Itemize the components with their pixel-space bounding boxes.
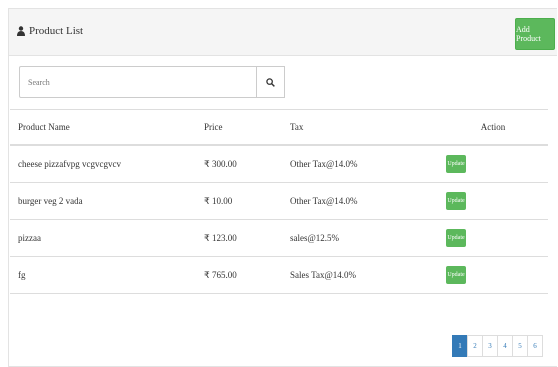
product-table: Product Name Price Tax Action cheese piz… (10, 109, 548, 294)
product-name-cell: fg (10, 256, 196, 294)
tax-cell: sales@12.5% (282, 219, 438, 257)
price-cell: ₹ 300.00 (196, 144, 282, 183)
action-cell: Update (438, 144, 548, 183)
table-header-row: Product Name Price Tax Action (10, 109, 548, 146)
update-button[interactable]: Update (446, 192, 466, 210)
table-row: cheese pizzafvpg vcgvcgvcv ₹ 300.00 Othe… (10, 144, 548, 183)
column-header-action: Action (438, 109, 548, 146)
column-header-price: Price (196, 109, 282, 146)
page-1-button[interactable]: 1 (452, 335, 468, 357)
action-cell: Update (438, 256, 548, 294)
pagination: 1 2 3 4 5 6 (452, 335, 543, 357)
panel-header: Product List Add Product (9, 9, 557, 56)
page-6-button[interactable]: 6 (527, 335, 543, 357)
price-cell: ₹ 10.00 (196, 182, 282, 220)
page-2-button[interactable]: 2 (467, 335, 483, 357)
update-button[interactable]: Update (446, 266, 466, 284)
add-product-button[interactable]: Add Product (515, 18, 555, 50)
page-3-button[interactable]: 3 (482, 335, 498, 357)
product-name-cell: burger veg 2 vada (10, 182, 196, 220)
column-header-tax: Tax (282, 109, 438, 146)
search-bar (19, 66, 285, 98)
page-title-text: Product List (29, 25, 84, 37)
table-row: burger veg 2 vada ₹ 10.00 Other Tax@14.0… (10, 182, 548, 220)
product-name-cell: cheese pizzafvpg vcgvcgvcv (10, 144, 196, 183)
search-icon (266, 77, 275, 87)
update-button[interactable]: Update (446, 155, 466, 173)
action-cell: Update (438, 219, 548, 257)
page-5-button[interactable]: 5 (512, 335, 528, 357)
tax-cell: Other Tax@14.0% (282, 182, 438, 220)
tax-cell: Sales Tax@14.0% (282, 256, 438, 294)
table-row: pizzaa ₹ 123.00 sales@12.5% Update (10, 219, 548, 257)
page-title: Product List (17, 25, 83, 37)
column-header-product-name: Product Name (10, 109, 196, 146)
search-input[interactable] (19, 66, 257, 98)
update-button[interactable]: Update (446, 229, 466, 247)
tax-cell: Other Tax@14.0% (282, 144, 438, 183)
search-button[interactable] (257, 66, 285, 98)
action-cell: Update (438, 182, 548, 220)
table-row: fg ₹ 765.00 Sales Tax@14.0% Update (10, 256, 548, 294)
price-cell: ₹ 765.00 (196, 256, 282, 294)
user-icon (17, 26, 25, 36)
price-cell: ₹ 123.00 (196, 219, 282, 257)
page-4-button[interactable]: 4 (497, 335, 513, 357)
product-name-cell: pizzaa (10, 219, 196, 257)
